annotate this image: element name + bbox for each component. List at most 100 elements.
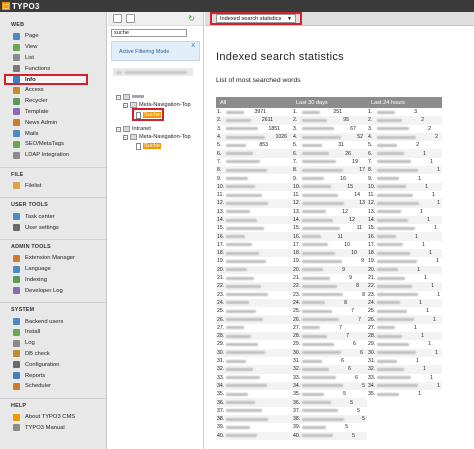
col-header-last-30-days[interactable]: Last 30 days (292, 100, 367, 106)
section-heading[interactable]: WEB (0, 18, 106, 31)
tree-search-input[interactable]: suche (111, 29, 187, 37)
table-row: 1. 3971 (216, 108, 292, 117)
tree-node-suche-2[interactable]: Suche (136, 142, 161, 150)
module-item[interactable]: Functions (0, 63, 106, 74)
module-item[interactable]: Mails (0, 128, 106, 139)
search-word-redacted (226, 177, 248, 181)
typo3-logo[interactable]: ⬚ TYPO3 (2, 1, 62, 11)
module-item[interactable]: Scheduler (0, 381, 106, 392)
module-item[interactable]: Install (0, 327, 106, 338)
collapse-icon[interactable]: − (116, 126, 121, 132)
active-filter-notice: Active Filtering Mode X (111, 41, 200, 61)
module-item[interactable]: News Admin (0, 117, 106, 128)
rank-number: 34. (217, 382, 225, 389)
section-heading[interactable]: USER TOOLS (0, 198, 106, 211)
rank-number: 8. (293, 167, 298, 174)
search-word-redacted (377, 309, 407, 313)
search-count: 1 (437, 382, 440, 389)
collapse-icon[interactable]: − (116, 94, 121, 100)
rank-number: 11. (293, 192, 300, 199)
section-heading[interactable]: ADMIN TOOLS (0, 240, 106, 253)
tree-node-www[interactable]: − www (116, 93, 144, 101)
search-word-redacted (377, 318, 414, 322)
module-item[interactable]: View (0, 42, 106, 53)
search-count: 5 (357, 407, 360, 414)
module-item[interactable]: SEO/MetaTags (0, 139, 106, 150)
tree-root-node[interactable] (113, 68, 193, 76)
search-word-redacted (302, 152, 329, 156)
table-row: 38. 5 (292, 414, 367, 424)
table-row: 20. (216, 265, 292, 274)
module-item-label: Backend users (25, 318, 64, 325)
table-row: 8. (216, 166, 292, 175)
search-word-redacted (377, 301, 400, 305)
mails-icon (13, 130, 20, 138)
module-item[interactable]: Info (4, 74, 88, 85)
new-page-icon[interactable] (113, 14, 122, 23)
col-header-all[interactable]: All (216, 100, 292, 106)
section-heading[interactable]: FILE (0, 168, 106, 181)
module-item[interactable]: List (0, 53, 106, 64)
module-item[interactable]: Recycler (0, 96, 106, 107)
functions-icon (13, 65, 20, 73)
col-header-last-24-hours[interactable]: Last 24 hours (367, 100, 442, 106)
module-item-label: Configuration (25, 361, 60, 368)
search-word-redacted (377, 367, 404, 371)
module-item-label: Recycler (25, 98, 48, 105)
search-count: 1 (429, 250, 432, 257)
module-item[interactable]: About TYPO3 CMS (0, 412, 106, 423)
search-count: 1 (433, 316, 436, 323)
rank-number: 18. (217, 250, 225, 257)
module-item-label: Functions (25, 65, 51, 72)
module-item-label: Info (25, 76, 36, 83)
root-icon (116, 70, 122, 74)
search-word-redacted (226, 251, 259, 255)
collapse-icon[interactable]: − (123, 102, 128, 108)
search-word-redacted (302, 226, 340, 230)
search-count: 1 (416, 358, 419, 365)
module-item[interactable]: Extension Manager (0, 253, 106, 264)
rank-number: 25. (293, 308, 301, 315)
indexing-icon (13, 276, 20, 284)
filter-icon[interactable] (126, 14, 135, 23)
module-item[interactable]: Page (0, 31, 106, 42)
search-word-redacted (377, 384, 418, 388)
tree-node-meta-navigation-top-2[interactable]: − Meta-Navigation-Top (123, 133, 191, 141)
module-item[interactable]: Filelist (0, 181, 106, 192)
section-heading[interactable]: SYSTEM (0, 303, 106, 316)
module-item[interactable]: Configuration (0, 359, 106, 370)
search-word-redacted (377, 177, 399, 181)
section-heading[interactable]: HELP (0, 399, 106, 412)
table-row: 40. (216, 431, 292, 440)
module-item[interactable]: Task center (0, 211, 106, 222)
search-count: 3971 (254, 109, 266, 116)
collapse-icon[interactable]: − (123, 134, 128, 140)
search-count: 8 (356, 283, 359, 290)
module-item[interactable]: Indexing (0, 275, 106, 286)
search-word-redacted (226, 118, 251, 122)
module-item[interactable]: Access (0, 85, 106, 96)
rank-number: 4. (217, 134, 222, 141)
module-item[interactable]: Backend users (0, 316, 106, 327)
module-item[interactable]: LDAP Integration (0, 150, 106, 161)
table-row: 19. (216, 257, 292, 266)
rank-number: 19. (368, 258, 376, 265)
search-count: 11 (337, 233, 343, 240)
search-word-redacted (377, 259, 417, 263)
module-item[interactable]: Template (0, 107, 106, 118)
module-item[interactable]: Developer Log (0, 285, 106, 296)
module-item-label: Scheduler (25, 383, 52, 390)
module-item[interactable]: Log (0, 338, 106, 349)
search-word-redacted (302, 210, 326, 214)
refresh-icon[interactable]: ↻ (188, 14, 195, 23)
table-row: 29. 1 (367, 340, 442, 349)
tree-node-intranet[interactable]: − Intranet (116, 125, 151, 133)
module-item[interactable]: TYPO3 Manual (0, 423, 106, 434)
module-item[interactable]: Language (0, 264, 106, 275)
table-row: 31. 1 (367, 356, 442, 366)
close-filter-icon[interactable]: X (191, 43, 195, 49)
search-count: 5 (345, 424, 348, 431)
module-item[interactable]: DB check (0, 349, 106, 360)
module-item[interactable]: Reports (0, 370, 106, 381)
module-item[interactable]: User settings (0, 222, 106, 233)
